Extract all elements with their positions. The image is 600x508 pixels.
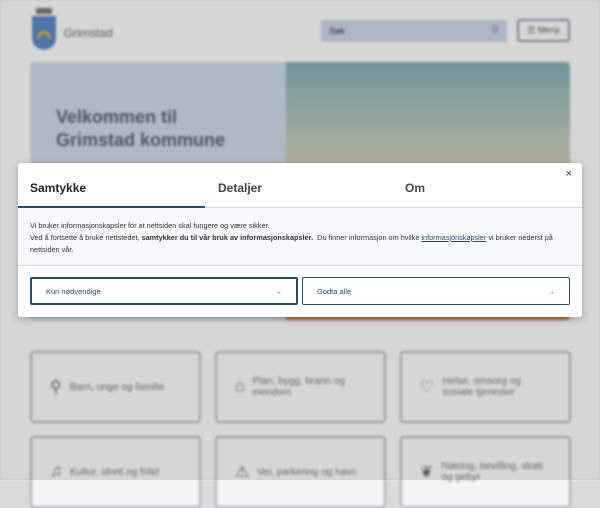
tab-samtykke[interactable]: Samtykke xyxy=(30,181,86,195)
arrow-right-icon: → xyxy=(274,286,283,296)
tab-detaljer[interactable]: Detaljer xyxy=(218,181,262,195)
active-tab-indicator xyxy=(18,206,205,208)
tab-om[interactable]: Om xyxy=(405,181,425,195)
button-label: Kun nødvendige xyxy=(46,286,101,296)
necessary-only-button[interactable]: Kun nødvendige → xyxy=(30,277,298,305)
cookies-link[interactable]: informasjonskapsler xyxy=(421,233,486,242)
accept-all-button[interactable]: Godta alle → xyxy=(302,277,570,305)
cookie-consent-dialog: Samtykke Detaljer Om × Vi bruker informa… xyxy=(18,163,582,317)
tab-bar: Samtykke Detaljer Om × xyxy=(18,163,582,208)
button-label: Godta alle xyxy=(317,286,352,296)
arrow-right-icon: → xyxy=(547,286,556,296)
close-icon[interactable]: × xyxy=(566,168,572,180)
consent-text: Vi bruker informasjonskapsler for at net… xyxy=(18,208,582,266)
